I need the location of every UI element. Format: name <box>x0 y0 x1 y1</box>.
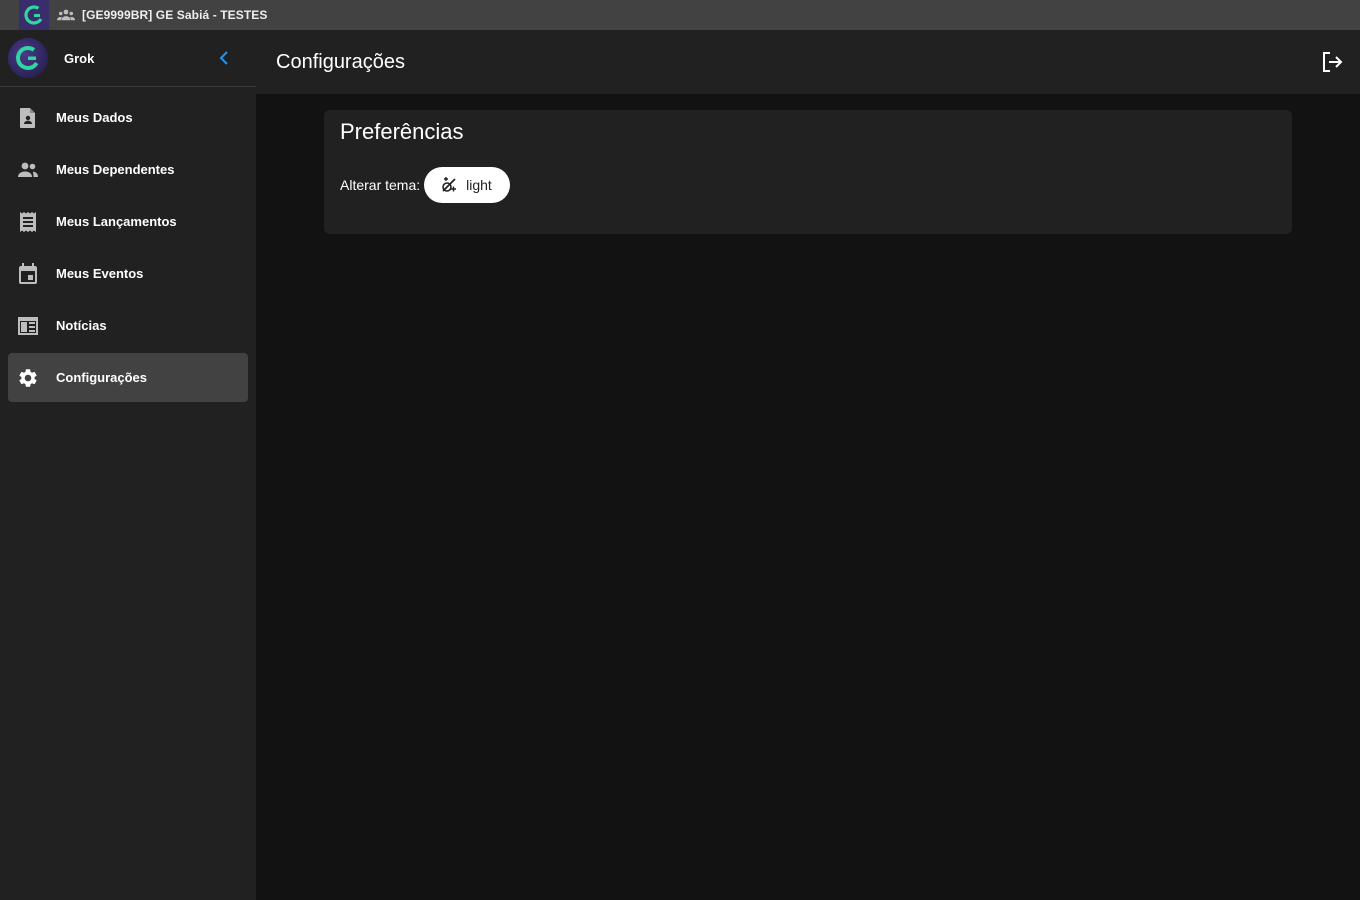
newspaper-icon <box>16 314 40 338</box>
preferences-card: Preferências Alterar tema: light <box>324 110 1292 234</box>
sidebar-item-configuracoes[interactable]: Configurações <box>8 353 248 402</box>
sidebar-nav: Meus Dados Meus Dependentes Meus Lançame… <box>0 93 256 402</box>
group-title: [GE9999BR] GE Sabiá - TESTES <box>82 8 268 22</box>
chevron-left-icon[interactable] <box>214 48 234 68</box>
sidebar-item-meus-dependentes[interactable]: Meus Dependentes <box>8 145 248 194</box>
sidebar-item-label: Meus Lançamentos <box>56 214 177 229</box>
theme-toggle-button[interactable]: light <box>424 167 511 203</box>
sidebar-item-noticias[interactable]: Notícias <box>8 301 248 350</box>
sidebar-item-label: Notícias <box>56 318 107 333</box>
sidebar-item-label: Meus Eventos <box>56 266 144 281</box>
gear-icon <box>16 366 40 390</box>
people-icon <box>16 158 40 182</box>
app-bar: Configurações <box>256 30 1360 94</box>
account-file-icon <box>16 106 40 130</box>
user-name: Grok <box>64 50 95 66</box>
sidebar-item-meus-dados[interactable]: Meus Dados <box>8 93 248 142</box>
avatar[interactable] <box>8 38 48 78</box>
group-icon <box>57 6 75 24</box>
calendar-event-icon <box>16 262 40 286</box>
top-bar: [GE9999BR] GE Sabiá - TESTES <box>0 0 1360 30</box>
app-logo-icon <box>19 0 49 30</box>
card-title: Preferências <box>340 119 464 144</box>
sidebar-item-label: Configurações <box>56 370 148 385</box>
sidebar-header: Grok <box>0 30 256 87</box>
theme-row: Alterar tema: light <box>340 167 1276 203</box>
theme-label: Alterar tema: <box>340 177 421 193</box>
sidebar-item-label: Meus Dados <box>56 110 133 125</box>
receipt-list-icon <box>16 210 40 234</box>
sidebar: Grok Meus Dados Meus Dependentes Meus La… <box>0 30 256 900</box>
theme-value: light <box>466 177 492 193</box>
sidebar-item-label: Meus Dependentes <box>56 162 175 177</box>
page-title: Configurações <box>276 50 405 73</box>
theme-toggle-icon <box>440 176 458 194</box>
sidebar-item-meus-lancamentos[interactable]: Meus Lançamentos <box>8 197 248 246</box>
logout-icon[interactable] <box>1320 50 1344 74</box>
sidebar-item-meus-eventos[interactable]: Meus Eventos <box>8 249 248 298</box>
